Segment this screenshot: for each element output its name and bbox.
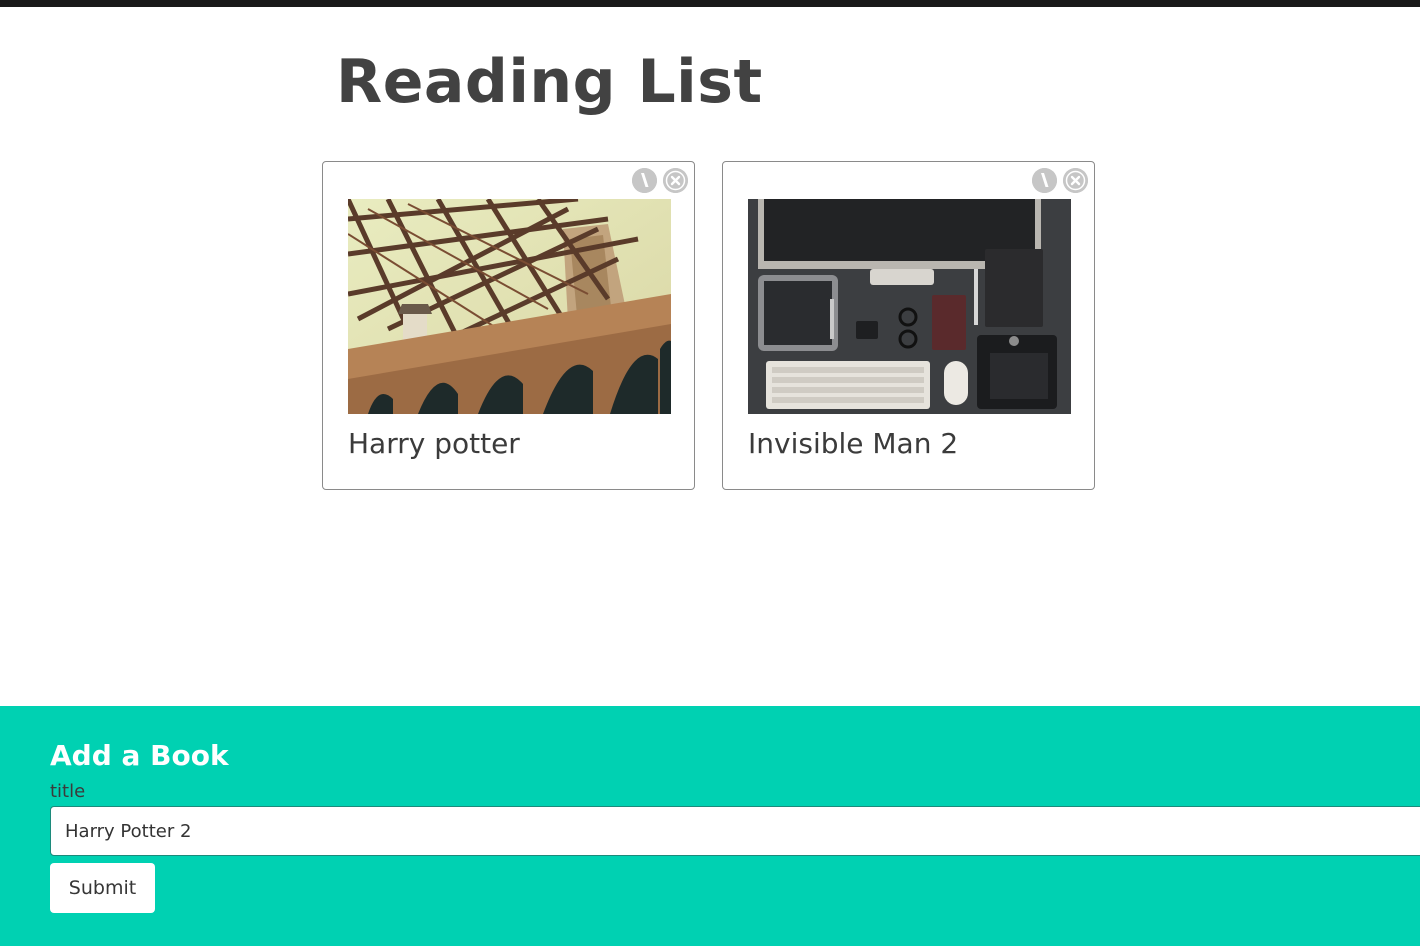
book-card: Harry potter bbox=[322, 161, 695, 490]
book-cover-image bbox=[748, 199, 1071, 414]
pencil-icon[interactable] bbox=[1032, 168, 1057, 193]
pencil-icon[interactable] bbox=[632, 168, 657, 193]
book-title: Harry potter bbox=[348, 427, 520, 460]
close-icon[interactable] bbox=[663, 168, 688, 193]
book-card: Invisible Man 2 bbox=[722, 161, 1095, 490]
book-cover-image bbox=[348, 199, 671, 414]
form-heading: Add a Book bbox=[50, 739, 229, 772]
title-field-label: title bbox=[50, 781, 86, 802]
add-book-form: Add a Book title Submit bbox=[0, 706, 1420, 946]
book-title: Invisible Man 2 bbox=[748, 427, 959, 460]
close-icon[interactable] bbox=[1063, 168, 1088, 193]
page-title: Reading List bbox=[336, 47, 763, 117]
submit-button[interactable]: Submit bbox=[50, 863, 155, 913]
book-list: Harry potter Invisible Man 2 bbox=[322, 161, 1122, 493]
window-top-bar bbox=[0, 0, 1420, 7]
title-input[interactable] bbox=[50, 806, 1420, 856]
